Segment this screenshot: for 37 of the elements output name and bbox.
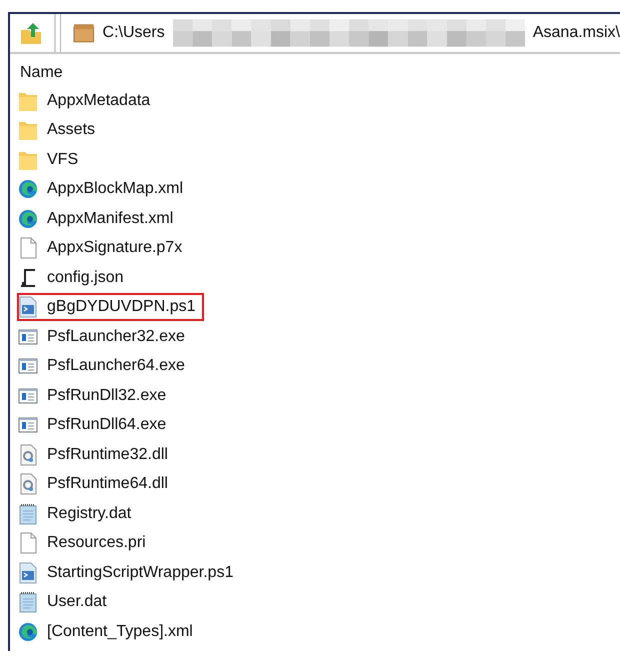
address-path-end: Asana.msix\: [532, 24, 620, 42]
file-name[interactable]: Resources.pri: [43, 529, 154, 558]
file-name[interactable]: [Content_Types].xml: [43, 618, 201, 646]
gear-document-icon: [18, 444, 38, 466]
file-name[interactable]: gBgDYDUVDPN.ps1: [17, 293, 204, 322]
file-name[interactable]: AppxBlockMap.xml: [43, 175, 192, 204]
browser-icon: [18, 208, 38, 230]
browser-icon: [18, 178, 38, 200]
file-name[interactable]: PsfRunDll64.exe: [43, 411, 174, 440]
file-name[interactable]: VFS: [43, 146, 86, 174]
script-icon: [18, 562, 38, 584]
address-bar[interactable]: C:\Users Asana.msix\: [60, 14, 620, 52]
notepad-icon: [18, 591, 38, 614]
file-name[interactable]: PsfRuntime32.dll: [43, 440, 176, 469]
package-icon: [73, 23, 95, 43]
script-icon: [18, 296, 38, 318]
file-name[interactable]: PsfRuntime64.dll: [43, 470, 176, 498]
file-name[interactable]: StartingScriptWrapper.ps1: [43, 558, 242, 587]
document-icon: [18, 532, 38, 554]
browser-icon: [18, 620, 38, 643]
file-name[interactable]: User.dat: [43, 588, 115, 616]
notepad-icon: [18, 502, 38, 525]
file-name[interactable]: AppxSignature.p7x: [43, 234, 190, 262]
file-name[interactable]: PsfLauncher32.exe: [43, 322, 193, 351]
document-icon: [18, 237, 38, 260]
name-column-header[interactable]: Name: [10, 54, 620, 86]
file-name[interactable]: AppxManifest.xml: [43, 204, 182, 233]
address-path-start: C:\Users: [102, 24, 165, 42]
scroll-icon: [18, 266, 38, 289]
file-name[interactable]: AppxMetadata: [43, 86, 158, 115]
gear-document-icon: [18, 473, 38, 496]
file-name[interactable]: Registry.dat: [43, 500, 140, 528]
file-name[interactable]: Assets: [43, 116, 104, 144]
file-name[interactable]: PsfLauncher64.exe: [43, 352, 193, 380]
file-name[interactable]: config.json: [43, 264, 132, 292]
folder-icon: [18, 119, 38, 142]
file-name[interactable]: PsfRunDll32.exe: [43, 382, 174, 410]
